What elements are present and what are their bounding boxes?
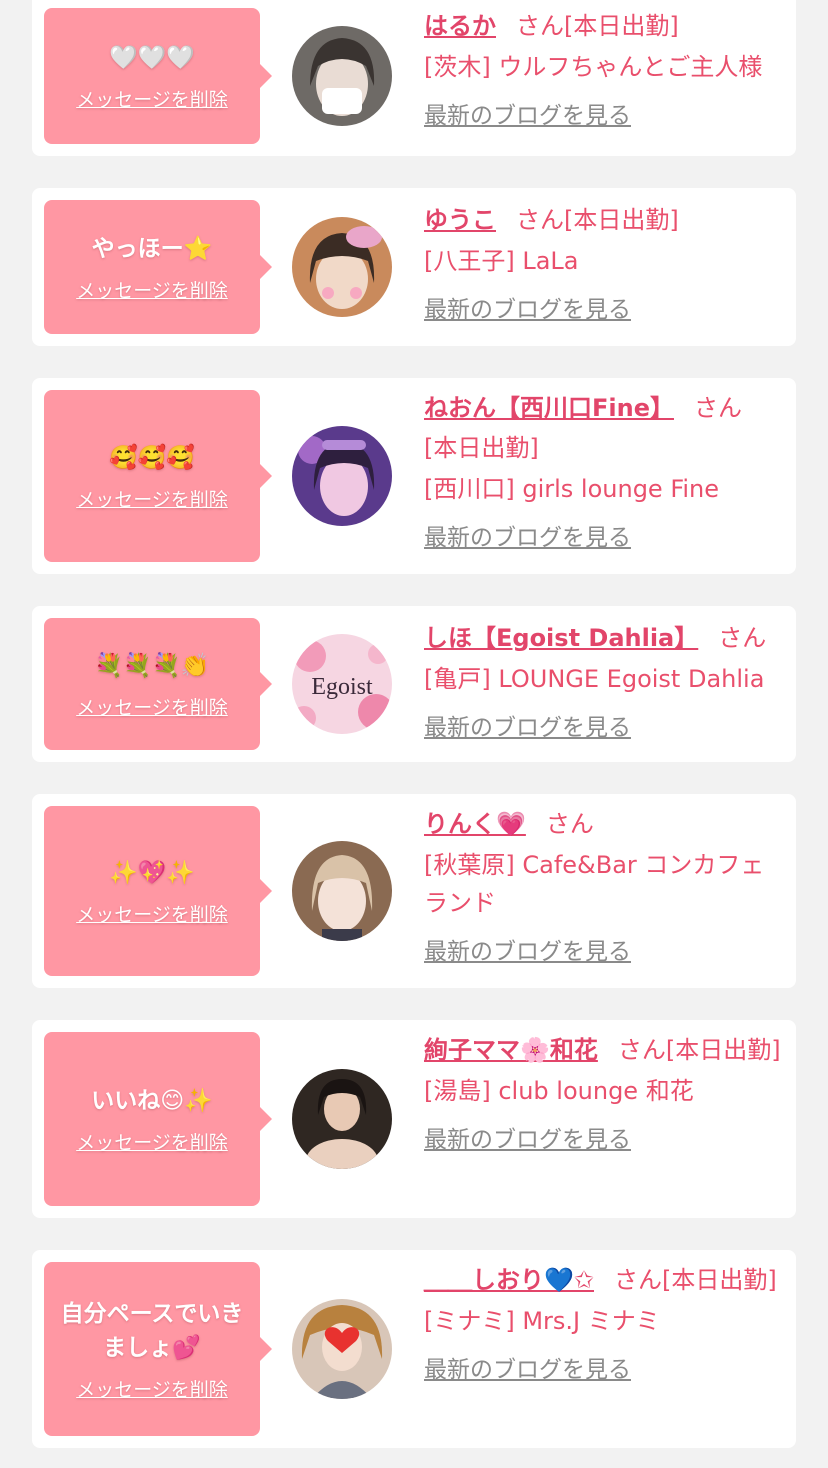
message-bubble: やっほー⭐ メッセージを削除 — [44, 200, 272, 334]
delete-message-link[interactable]: メッセージを削除 — [76, 1128, 228, 1155]
message-bubble: 🥰🥰🥰 メッセージを削除 — [44, 390, 272, 562]
honorific: さん — [545, 810, 594, 838]
latest-blog-link[interactable]: 最新のブログを見る — [424, 708, 631, 742]
shop-text: [亀戸] LOUNGE Egoist Dahlia — [424, 665, 765, 693]
shop-text: [西川口] girls lounge Fine — [424, 475, 720, 503]
message-bubble: 自分ペースでいきましょ💕 メッセージを削除 — [44, 1262, 272, 1436]
sender-info: しほ【Egoist Dahlia】 さん [亀戸] LOUNGE Egoist D… — [424, 618, 784, 742]
latest-blog-link[interactable]: 最新のブログを見る — [424, 932, 631, 966]
delete-message-link[interactable]: メッセージを削除 — [76, 693, 228, 720]
message-card: やっほー⭐ メッセージを削除 ゆうこ さん[本日出勤] [八王子] LaLa 最新… — [32, 188, 796, 346]
delete-message-link[interactable]: メッセージを削除 — [76, 85, 228, 112]
message-text: 💐💐💐👏 — [94, 652, 210, 679]
sender-name-link[interactable]: ゆうこ — [424, 206, 496, 234]
sender-info: ゆうこ さん[本日出勤] [八王子] LaLa 最新のブログを見る — [424, 200, 784, 324]
latest-blog-link[interactable]: 最新のブログを見る — [424, 290, 631, 324]
shop-text: [湯島] club lounge 和花 — [424, 1077, 694, 1105]
message-card: 自分ペースでいきましょ💕 メッセージを削除 ＿＿しおり💙✩ さん[本日出勤] [ミ… — [32, 1250, 796, 1448]
status-text: [本日出勤] — [662, 1266, 777, 1294]
shop-text: [八王子] LaLa — [424, 247, 579, 275]
message-card: ✨💖✨ メッセージを削除 りんく💗 さん [秋葉原] Cafe&Bar コンカフェ… — [32, 794, 796, 988]
sender-name-link[interactable]: はるか — [424, 12, 496, 40]
status-text: [本日出勤] — [564, 12, 679, 40]
delete-message-link[interactable]: メッセージを削除 — [76, 485, 228, 512]
shop-text: [秋葉原] Cafe&Bar コンカフェランド — [424, 851, 765, 917]
message-card: 🤍🤍🤍 メッセージを削除 はるか さん[本日出勤] [茨木] ウルフちゃんとご主人… — [32, 0, 796, 156]
sender-name-link[interactable]: しほ【Egoist Dahlia】 — [424, 624, 698, 652]
message-text: ✨💖✨ — [109, 859, 195, 886]
shop-text: [茨木] ウルフちゃんとご主人様 — [424, 53, 763, 81]
delete-message-link[interactable]: メッセージを削除 — [76, 900, 228, 927]
honorific: さん — [617, 1036, 666, 1064]
message-bubble: 💐💐💐👏 メッセージを削除 — [44, 618, 272, 750]
avatar[interactable] — [292, 1069, 392, 1169]
sender-info: りんく💗 さん [秋葉原] Cafe&Bar コンカフェランド 最新のブログを見る — [424, 804, 784, 966]
message-card: 🥰🥰🥰 メッセージを削除 ねおん【西川口Fine】 さん [本日出勤] [西川口] … — [32, 378, 796, 574]
message-text: 自分ペースでいきましょ💕 — [60, 1300, 244, 1361]
latest-blog-link[interactable]: 最新のブログを見る — [424, 518, 631, 552]
sender-name-link[interactable]: ねおん【西川口Fine】 — [424, 394, 674, 422]
delete-message-link[interactable]: メッセージを削除 — [76, 1375, 228, 1402]
latest-blog-link[interactable]: 最新のブログを見る — [424, 1350, 631, 1384]
status-text: [本日出勤] — [564, 206, 679, 234]
latest-blog-link[interactable]: 最新のブログを見る — [424, 1120, 631, 1154]
message-text: 🤍🤍🤍 — [109, 44, 195, 71]
sender-info: ねおん【西川口Fine】 さん [本日出勤] [西川口] girls lounge … — [424, 388, 784, 552]
avatar[interactable] — [292, 841, 392, 941]
sender-name-link[interactable]: ＿＿しおり💙✩ — [424, 1266, 594, 1294]
avatar[interactable] — [292, 26, 392, 126]
avatar[interactable] — [292, 1299, 392, 1399]
honorific: さん — [693, 394, 742, 422]
status-text: [本日出勤] — [424, 434, 539, 462]
message-bubble: ✨💖✨ メッセージを削除 — [44, 806, 272, 976]
message-bubble: いいね😊✨ メッセージを削除 — [44, 1032, 272, 1206]
egoist-logo-text: Egoist — [311, 674, 373, 700]
avatar[interactable] — [292, 426, 392, 526]
message-card: いいね😊✨ メッセージを削除 絢子ママ🌸和花 さん[本日出勤] [湯島] club… — [32, 1020, 796, 1218]
message-bubble: 🤍🤍🤍 メッセージを削除 — [44, 8, 272, 144]
message-text: 🥰🥰🥰 — [109, 444, 195, 471]
sender-info: ＿＿しおり💙✩ さん[本日出勤] [ミナミ] Mrs.J ミナミ 最新のブログを見… — [424, 1260, 784, 1384]
message-list: 🤍🤍🤍 メッセージを削除 はるか さん[本日出勤] [茨木] ウルフちゃんとご主人… — [0, 0, 828, 1468]
message-text: いいね😊✨ — [91, 1087, 213, 1114]
honorific: さん — [516, 12, 564, 40]
message-card: 💐💐💐👏 メッセージを削除 Egoist しほ【Egoist Dahlia】 さん… — [32, 606, 796, 762]
honorific: さん — [516, 206, 564, 234]
status-text: [本日出勤] — [665, 1036, 781, 1064]
shop-logo-avatar[interactable]: Egoist — [292, 634, 392, 734]
honorific: さん — [718, 624, 767, 652]
honorific: さん — [614, 1266, 662, 1294]
message-text: やっほー⭐ — [91, 235, 213, 262]
sender-info: はるか さん[本日出勤] [茨木] ウルフちゃんとご主人様 最新のブログを見る — [424, 6, 784, 130]
latest-blog-link[interactable]: 最新のブログを見る — [424, 96, 631, 130]
sender-name-link[interactable]: 絢子ママ🌸和花 — [424, 1036, 598, 1064]
shop-text: [ミナミ] Mrs.J ミナミ — [424, 1307, 660, 1335]
sender-name-link[interactable]: りんく💗 — [424, 810, 526, 838]
avatar[interactable] — [292, 217, 392, 317]
delete-message-link[interactable]: メッセージを削除 — [76, 276, 228, 303]
sender-info: 絢子ママ🌸和花 さん[本日出勤] [湯島] club lounge 和花 最新のブ… — [424, 1030, 784, 1154]
